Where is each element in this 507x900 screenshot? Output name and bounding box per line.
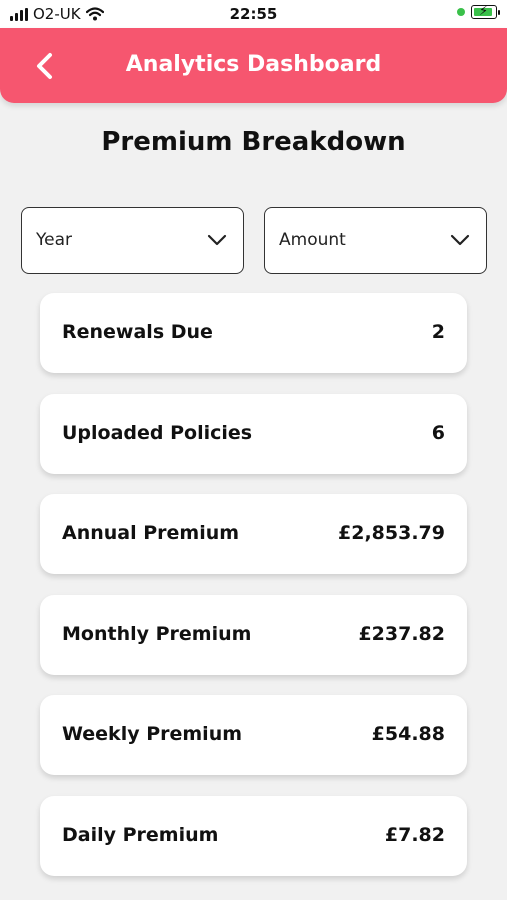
stat-value: £2,853.79 xyxy=(338,522,445,544)
annual-premium-card[interactable]: Annual Premium £2,853.79 xyxy=(40,494,467,574)
stat-label: Monthly Premium xyxy=(62,623,252,645)
page-title: Premium Breakdown xyxy=(101,127,406,157)
monthly-premium-card[interactable]: Monthly Premium £237.82 xyxy=(40,595,467,675)
stat-value: £7.82 xyxy=(384,824,445,846)
status-time: 22:55 xyxy=(229,5,278,23)
chevron-down-icon xyxy=(450,234,470,246)
stat-label: Weekly Premium xyxy=(62,723,243,745)
header-title: Analytics Dashboard xyxy=(125,52,382,77)
year-dropdown[interactable]: Year xyxy=(21,207,244,274)
weekly-premium-card[interactable]: Weekly Premium £54.88 xyxy=(40,695,467,775)
privacy-indicator-icon xyxy=(457,8,465,16)
battery-charging-icon: ⚡ xyxy=(471,4,500,19)
year-dropdown-value: Year xyxy=(36,230,72,250)
stat-label: Renewals Due xyxy=(62,321,213,343)
stat-value: 6 xyxy=(431,422,445,444)
stat-value: £237.82 xyxy=(358,623,445,645)
stat-value: 2 xyxy=(431,321,445,343)
uploaded-policies-card[interactable]: Uploaded Policies 6 xyxy=(40,394,467,474)
chevron-down-icon xyxy=(207,234,227,246)
amount-dropdown[interactable]: Amount xyxy=(264,207,487,274)
status-bar: O2-UK 22:55 ⚡ xyxy=(0,0,507,28)
stat-label: Annual Premium xyxy=(62,522,240,544)
renewals-due-card[interactable]: Renewals Due 2 xyxy=(40,293,467,373)
status-right: ⚡ xyxy=(457,4,500,19)
stat-label: Uploaded Policies xyxy=(62,422,253,444)
daily-premium-card[interactable]: Daily Premium £7.82 xyxy=(40,796,467,876)
amount-dropdown-value: Amount xyxy=(279,230,346,250)
app-header: Analytics Dashboard xyxy=(0,28,507,103)
stat-label: Daily Premium xyxy=(62,824,219,846)
stat-value: £54.88 xyxy=(371,723,445,745)
